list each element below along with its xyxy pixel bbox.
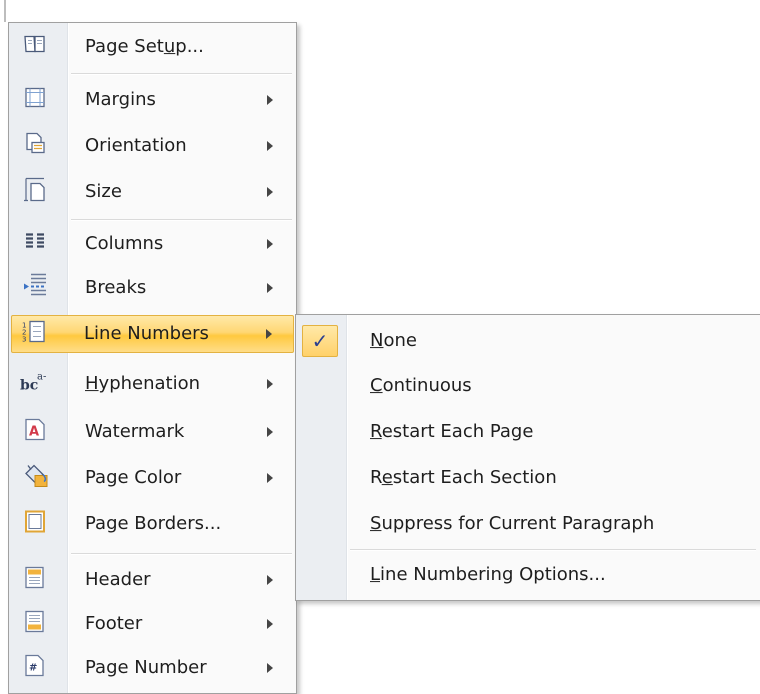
svg-text:a-: a- — [37, 372, 46, 383]
submenu-item-continuous[interactable]: Continuous — [298, 363, 758, 409]
orientation-icon — [24, 132, 46, 161]
menu-item-label: Header — [85, 569, 151, 591]
page-color-icon — [22, 464, 48, 493]
menu-separator — [71, 553, 292, 555]
menu-item-margins[interactable]: Margins — [11, 79, 294, 121]
menu-item-orientation[interactable]: Orientation — [11, 125, 294, 167]
submenu-arrow-icon — [267, 379, 273, 389]
menu-item-page-borders[interactable]: Page Borders... — [11, 503, 294, 545]
submenu-separator — [350, 549, 756, 551]
submenu-arrow-icon — [267, 95, 273, 105]
menu-item-label: Columns — [85, 233, 164, 255]
submenu-arrow-icon — [267, 575, 273, 585]
submenu-item-label: Restart Each Page — [370, 421, 534, 443]
menu-separator — [71, 219, 292, 221]
menu-item-label: Orientation — [85, 135, 187, 157]
submenu-item-label: Restart Each Section — [370, 467, 557, 489]
menu-item-header[interactable]: Header — [11, 559, 294, 601]
page-layout-menu: Page Setup... Margins Orientation Size C… — [8, 22, 297, 694]
hyphenation-icon: bc a- — [20, 370, 50, 399]
menu-item-label: Page Color — [85, 467, 182, 489]
breaks-icon — [23, 273, 49, 304]
footer-icon — [24, 610, 46, 639]
page-setup-icon — [23, 34, 47, 61]
svg-text:#: # — [29, 663, 37, 674]
menu-item-label: Watermark — [85, 421, 185, 443]
submenu-item-label: Suppress for Current Paragraph — [370, 513, 655, 535]
submenu-item-label: None — [370, 330, 417, 352]
submenu-arrow-icon — [266, 329, 272, 339]
svg-text:A: A — [29, 425, 39, 440]
line-numbers-submenu: ✓ None Continuous Restart Each Page Rest… — [295, 314, 760, 601]
submenu-arrow-icon — [267, 473, 273, 483]
menu-item-page-number[interactable]: # Page Number — [11, 647, 294, 689]
menu-item-hyphenation[interactable]: bc a- Hyphenation — [11, 363, 294, 405]
svg-text:3: 3 — [22, 336, 26, 344]
menu-separator — [71, 73, 292, 75]
submenu-arrow-icon — [267, 663, 273, 673]
menu-item-label: Margins — [85, 89, 156, 111]
menu-item-label: Footer — [85, 613, 143, 635]
menu-item-columns[interactable]: Columns — [11, 223, 294, 265]
watermark-icon: A — [24, 418, 46, 447]
menu-item-page-setup[interactable]: Page Setup... — [11, 27, 294, 67]
page-number-icon: # — [24, 654, 46, 683]
submenu-item-label: Line Numbering Options... — [370, 564, 606, 586]
submenu-item-line-numbering-options[interactable]: Line Numbering Options... — [298, 553, 758, 597]
page-borders-icon — [24, 510, 46, 539]
submenu-item-none[interactable]: ✓ None — [298, 319, 758, 363]
submenu-arrow-icon — [267, 187, 273, 197]
margins-icon — [24, 87, 46, 114]
menu-item-label: Page Number — [85, 657, 207, 679]
submenu-arrow-icon — [267, 619, 273, 629]
menu-item-size[interactable]: Size — [11, 171, 294, 213]
menu-item-label: Breaks — [85, 277, 147, 299]
menu-item-line-numbers[interactable]: 1 2 3 Line Numbers — [11, 315, 294, 353]
line-numbers-icon: 1 2 3 — [21, 320, 47, 349]
submenu-arrow-icon — [267, 239, 273, 249]
menu-item-page-color[interactable]: Page Color — [11, 457, 294, 499]
svg-text:bc: bc — [20, 378, 38, 394]
submenu-arrow-icon — [267, 283, 273, 293]
menu-item-watermark[interactable]: A Watermark — [11, 411, 294, 453]
submenu-item-restart-each-page[interactable]: Restart Each Page — [298, 409, 758, 455]
submenu-item-suppress[interactable]: Suppress for Current Paragraph — [298, 501, 758, 547]
menu-item-label: Line Numbers — [84, 323, 209, 345]
menu-item-label: Size — [85, 181, 122, 203]
menu-item-label: Page Setup... — [85, 36, 204, 58]
size-icon — [23, 177, 47, 208]
submenu-arrow-icon — [267, 427, 273, 437]
menu-item-footer[interactable]: Footer — [11, 603, 294, 645]
checkmark-icon: ✓ — [302, 325, 338, 357]
columns-icon — [24, 232, 46, 257]
submenu-item-label: Continuous — [370, 375, 472, 397]
header-icon — [24, 566, 46, 595]
menu-item-breaks[interactable]: Breaks — [11, 267, 294, 309]
document-edge-line — [4, 0, 6, 22]
submenu-item-restart-each-section[interactable]: Restart Each Section — [298, 455, 758, 501]
menu-item-label: Hyphenation — [85, 373, 201, 395]
submenu-arrow-icon — [267, 141, 273, 151]
menu-item-label: Page Borders... — [85, 513, 222, 535]
